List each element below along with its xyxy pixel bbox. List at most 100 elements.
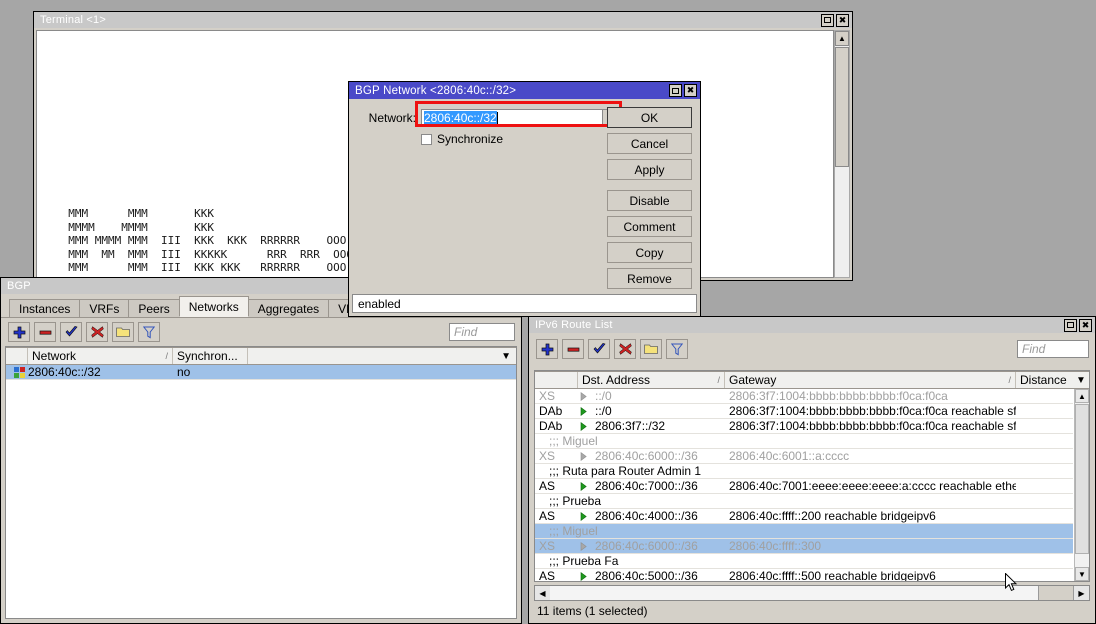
routes-row-container[interactable]: XS::/02806:3f7:1004:bbbb:bbbb:bbbb:f0ca:… <box>535 389 1073 581</box>
route-comment-row[interactable]: ;;; Prueba Fa <box>535 554 1073 569</box>
table-row[interactable]: XS::/02806:3f7:1004:bbbb:bbbb:bbbb:f0ca:… <box>535 389 1073 404</box>
route-expand-triangle-icon[interactable] <box>578 572 588 581</box>
apply-button[interactable]: Apply <box>607 159 692 180</box>
maximize-icon[interactable] <box>821 14 834 27</box>
bgp-col-menu[interactable]: ▼ <box>248 348 516 364</box>
dialog-title: BGP Network <2806:40c::/32> <box>355 85 669 97</box>
add-button[interactable] <box>536 339 558 359</box>
route-comment-row[interactable]: ;;; Miguel <box>535 434 1073 449</box>
chevron-down-icon[interactable]: ▼ <box>501 351 511 362</box>
hscroll-thumb[interactable] <box>1038 586 1074 600</box>
routes-table-header: Dst. Address / Gateway / Distance ▼ <box>535 371 1089 389</box>
route-comment-row[interactable]: ;;; Ruta para Router Admin 1 <box>535 464 1073 479</box>
add-button[interactable] <box>8 322 30 342</box>
route-gateway: 2806:40c:ffff::200 reachable bridgeipv6 <box>725 509 1016 523</box>
routes-col-menu[interactable]: ▼ <box>1073 372 1089 388</box>
copy-button[interactable]: Copy <box>607 242 692 263</box>
route-comment-row[interactable]: ;;; Miguel <box>535 524 1073 539</box>
tab-networks[interactable]: Networks <box>179 296 249 317</box>
routes-scroll-thumb[interactable] <box>1075 404 1089 554</box>
close-icon[interactable]: ✖ <box>1079 319 1092 332</box>
enable-button[interactable] <box>588 339 610 359</box>
dialog-body: Network: 2806:40c::/32 Synchronize OK Ca… <box>349 99 700 316</box>
route-expand-triangle-icon[interactable] <box>578 542 588 551</box>
terminal-scroll-thumb[interactable] <box>835 47 849 167</box>
bgp-window[interactable]: BGP Instances VRFs Peers Networks Aggreg… <box>0 277 522 624</box>
table-row[interactable]: AS2806:40c:5000::/362806:40c:ffff::500 r… <box>535 569 1073 581</box>
routes-col-dst-address[interactable]: Dst. Address / <box>578 372 725 388</box>
terminal-title: Terminal <1> <box>40 14 821 26</box>
table-row[interactable]: DAb2806:3f7::/322806:3f7:1004:bbbb:bbbb:… <box>535 419 1073 434</box>
comment-button[interactable] <box>640 339 662 359</box>
close-icon[interactable]: ✖ <box>684 84 697 97</box>
bgp-network-dialog[interactable]: BGP Network <2806:40c::/32> ✖ Network: 2… <box>348 81 701 317</box>
filter-button[interactable] <box>138 322 160 342</box>
routes-col-distance[interactable]: Distance <box>1016 372 1073 388</box>
table-row[interactable]: AS2806:40c:7000::/362806:40c:7001:eeee:e… <box>535 479 1073 494</box>
table-row[interactable]: AS2806:40c:4000::/362806:40c:ffff::200 r… <box>535 509 1073 524</box>
tab-vrfs[interactable]: VRFs <box>79 299 129 317</box>
network-input[interactable]: 2806:40c::/32 <box>421 109 603 127</box>
close-icon[interactable]: ✖ <box>836 14 849 27</box>
tab-instances[interactable]: Instances <box>9 299 80 317</box>
disable-button[interactable]: Disable <box>607 190 692 211</box>
route-comment-text: ;;; Ruta para Router Admin 1 <box>549 464 701 478</box>
dialog-window-buttons: ✖ <box>669 84 700 97</box>
route-expand-triangle-icon[interactable] <box>578 392 588 401</box>
route-comment-row[interactable]: ;;; Prueba <box>535 494 1073 509</box>
maximize-icon[interactable] <box>1064 319 1077 332</box>
comment-button[interactable]: Comment <box>607 216 692 237</box>
bgp-col-network[interactable]: Network / <box>28 348 173 364</box>
dialog-button-column: OK Cancel Apply Disable Comment Copy Rem… <box>607 107 692 294</box>
route-expand-triangle-icon[interactable] <box>578 452 588 461</box>
route-expand-triangle-icon[interactable] <box>578 512 588 521</box>
hscroll-track[interactable] <box>550 586 1038 600</box>
bgp-networks-table[interactable]: Network / Synchron... ▼ 2806:40c::/32 <box>5 346 517 619</box>
route-comment-text: ;;; Miguel <box>549 434 598 448</box>
comment-button[interactable] <box>112 322 134 342</box>
table-row[interactable]: XS2806:40c:6000::/362806:40c:6001::a:ccc… <box>535 449 1073 464</box>
scroll-up-icon[interactable]: ▲ <box>835 31 849 46</box>
terminal-vertical-scrollbar[interactable]: ▲ <box>834 30 850 278</box>
scroll-up-icon[interactable]: ▲ <box>1075 389 1089 403</box>
routes-vertical-scrollbar[interactable]: ▲ ▼ <box>1074 389 1089 581</box>
bgp-find-input[interactable]: Find <box>449 323 515 341</box>
routes-toolbar: Find <box>529 333 1095 362</box>
route-expand-triangle-icon[interactable] <box>578 407 588 416</box>
maximize-icon[interactable] <box>669 84 682 97</box>
bgp-row-network: 2806:40c::/32 <box>28 365 173 379</box>
synchronize-checkbox[interactable] <box>421 134 432 145</box>
disable-button[interactable] <box>614 339 636 359</box>
filter-button[interactable] <box>666 339 688 359</box>
table-row[interactable]: 2806:40c::/32 no <box>6 365 516 380</box>
scroll-down-icon[interactable]: ▼ <box>1075 567 1089 581</box>
routes-titlebar[interactable]: IPv6 Route List ✖ <box>529 317 1095 333</box>
table-row[interactable]: XS2806:40c:6000::/362806:40c:ffff::300 <box>535 539 1073 554</box>
chevron-down-icon[interactable]: ▼ <box>1076 375 1086 386</box>
route-expand-triangle-icon[interactable] <box>578 482 588 491</box>
remove-button[interactable] <box>562 339 584 359</box>
remove-button[interactable] <box>34 322 56 342</box>
tab-peers[interactable]: Peers <box>128 299 179 317</box>
enable-button[interactable] <box>60 322 82 342</box>
disable-button[interactable] <box>86 322 108 342</box>
terminal-titlebar[interactable]: Terminal <1> ✖ <box>34 12 852 28</box>
routes-find-input[interactable]: Find <box>1017 340 1089 358</box>
ok-button[interactable]: OK <box>607 107 692 128</box>
remove-button[interactable]: Remove <box>607 268 692 289</box>
routes-col-gateway[interactable]: Gateway / <box>725 372 1016 388</box>
dialog-titlebar[interactable]: BGP Network <2806:40c::/32> ✖ <box>349 82 700 99</box>
route-flags: AS <box>535 569 578 581</box>
routes-col-flags[interactable] <box>535 372 578 388</box>
scroll-left-icon[interactable]: ◀ <box>535 586 550 600</box>
scroll-right-icon[interactable]: ▶ <box>1074 586 1089 600</box>
route-expand-triangle-icon[interactable] <box>578 422 588 431</box>
synchronize-row[interactable]: Synchronize <box>421 132 503 146</box>
bgp-col-flags[interactable] <box>6 348 28 364</box>
table-row[interactable]: DAb::/02806:3f7:1004:bbbb:bbbb:bbbb:f0ca… <box>535 404 1073 419</box>
bgp-col-synchronize[interactable]: Synchron... <box>173 348 248 364</box>
tab-aggregates[interactable]: Aggregates <box>248 299 329 317</box>
cancel-button[interactable]: Cancel <box>607 133 692 154</box>
route-distance <box>1016 509 1073 523</box>
routes-table[interactable]: Dst. Address / Gateway / Distance ▼ XS::… <box>534 370 1090 582</box>
